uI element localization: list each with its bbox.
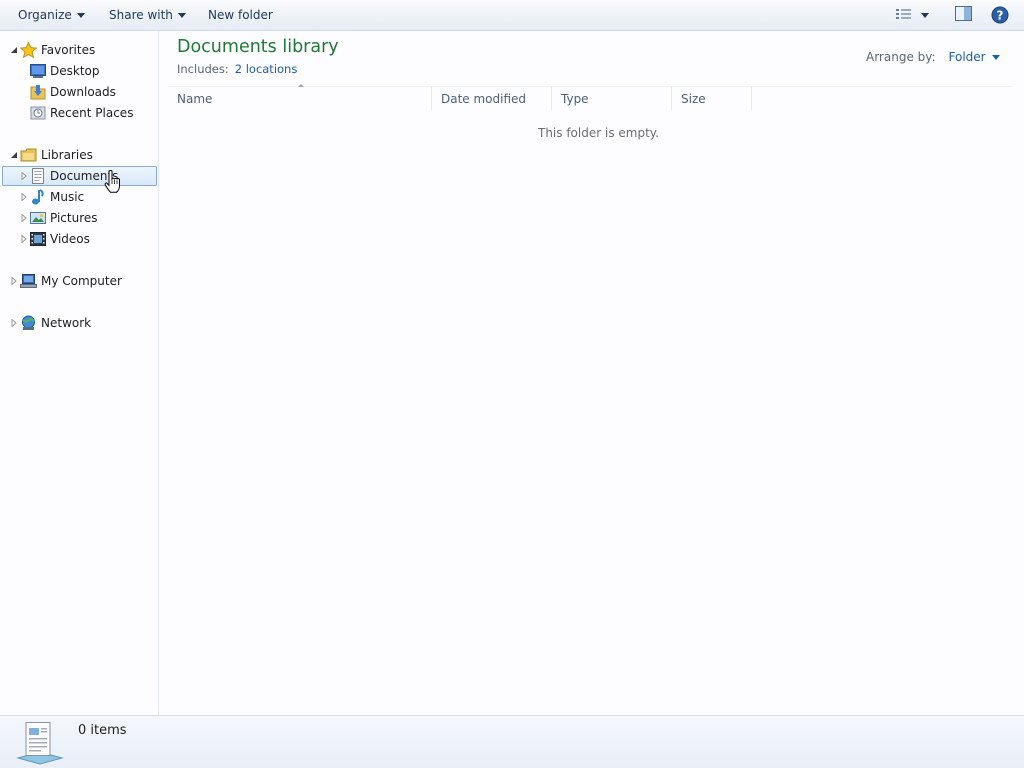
organize-label: Organize	[18, 8, 72, 22]
nav-my-computer[interactable]: My Computer	[10, 271, 122, 291]
documents-library-icon	[16, 722, 64, 765]
star-icon	[20, 42, 37, 58]
preview-pane-button[interactable]	[955, 6, 973, 25]
new-folder-button[interactable]: New folder	[200, 3, 281, 27]
command-bar: Organize Share with New folder ?	[0, 0, 1024, 31]
help-button[interactable]: ?	[991, 6, 1009, 27]
column-header-label: Date modified	[441, 91, 527, 106]
chevron-down-icon	[921, 12, 929, 18]
nav-item-music[interactable]: Music	[20, 187, 84, 207]
new-folder-label: New folder	[208, 8, 273, 22]
nav-item-label: Desktop	[50, 64, 100, 78]
column-header-size[interactable]: Size	[672, 87, 752, 110]
arrange-by-label: Arrange by:	[866, 50, 936, 64]
nav-libraries-label: Libraries	[41, 148, 93, 162]
computer-icon	[20, 274, 37, 288]
column-header-label: Type	[561, 91, 589, 106]
recent-places-icon	[30, 106, 46, 120]
nav-item-pictures[interactable]: Pictures	[20, 208, 98, 228]
column-header-date-modified[interactable]: Date modified	[432, 87, 552, 110]
nav-item-downloads[interactable]: Downloads	[30, 82, 116, 102]
expanded-arrow-icon	[11, 152, 17, 158]
nav-item-label: Recent Places	[50, 106, 134, 120]
change-view-button[interactable]	[896, 4, 929, 26]
desktop-icon	[30, 64, 46, 78]
nav-libraries[interactable]: Libraries	[10, 145, 93, 165]
library-includes: Includes: 2 locations	[177, 62, 297, 76]
preview-pane-icon	[955, 6, 972, 21]
collapsed-arrow-icon	[21, 235, 27, 243]
nav-item-label: Pictures	[50, 211, 98, 225]
nav-my-computer-label: My Computer	[41, 274, 122, 288]
includes-label: Includes:	[177, 62, 229, 76]
column-header-row: Name Date modified Type Size	[168, 84, 1012, 110]
column-header-label: Name	[177, 91, 213, 106]
help-icon: ?	[991, 6, 1009, 24]
content-pane: Documents library Includes: 2 locations A…	[160, 31, 1024, 715]
chevron-down-icon	[76, 12, 85, 18]
expanded-arrow-icon	[11, 47, 17, 53]
share-with-label: Share with	[109, 8, 173, 22]
collapsed-arrow-icon	[21, 172, 27, 180]
view-list-icon	[896, 9, 911, 19]
chevron-down-icon	[177, 12, 186, 18]
nav-item-videos[interactable]: Videos	[20, 229, 90, 249]
collapsed-arrow-icon	[21, 193, 27, 201]
library-title: Documents library	[177, 37, 339, 57]
nav-favorites[interactable]: Favorites	[10, 40, 95, 60]
nav-favorites-label: Favorites	[41, 43, 96, 57]
nav-item-label: Downloads	[50, 85, 116, 99]
column-header-name[interactable]: Name	[168, 84, 432, 110]
sort-ascending-icon	[298, 84, 304, 87]
documents-icon	[32, 168, 44, 184]
column-header-type[interactable]: Type	[552, 87, 672, 110]
details-pane: 0 items	[0, 715, 1024, 768]
svg-text:?: ?	[997, 9, 1004, 23]
item-count: 0 items	[78, 723, 127, 738]
nav-item-recent-places[interactable]: Recent Places	[30, 103, 133, 123]
collapsed-arrow-icon	[21, 214, 27, 222]
pictures-icon	[30, 212, 46, 224]
organize-button[interactable]: Organize	[10, 3, 93, 27]
includes-locations-link[interactable]: 2 locations	[235, 62, 298, 76]
nav-item-label: Music	[50, 190, 85, 204]
chevron-down-icon[interactable]	[991, 54, 1000, 60]
share-with-button[interactable]: Share with	[101, 3, 194, 27]
collapsed-arrow-icon	[11, 319, 17, 327]
arrange-by-dropdown[interactable]: Folder	[949, 50, 986, 64]
column-header-label: Size	[681, 91, 706, 106]
network-icon	[22, 315, 35, 330]
empty-folder-message: This folder is empty.	[538, 126, 659, 140]
libraries-icon	[20, 148, 37, 162]
music-icon	[32, 189, 44, 205]
nav-item-label: Videos	[50, 232, 90, 246]
hand-cursor-icon	[104, 170, 120, 193]
navigation-pane: Favorites Desktop Downloads Recent Place…	[0, 31, 159, 715]
collapsed-arrow-icon	[11, 277, 17, 285]
downloads-folder-icon	[30, 85, 46, 100]
nav-item-desktop[interactable]: Desktop	[30, 61, 100, 81]
arrange-by: Arrange by: Folder	[866, 50, 1000, 64]
nav-network[interactable]: Network	[10, 313, 91, 333]
nav-network-label: Network	[41, 316, 92, 330]
videos-icon	[30, 232, 46, 246]
